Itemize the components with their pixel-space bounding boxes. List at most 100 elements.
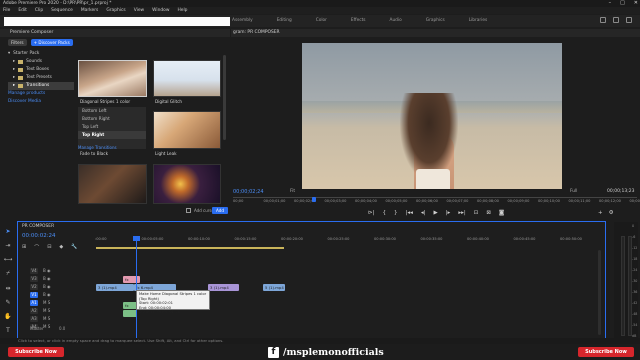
timeline-ruler[interactable]: :00:00 00:00:05:00 00:00:10:00 00:00:15:00 0… (95, 236, 605, 244)
timeline-clip-audio[interactable] (123, 310, 137, 317)
timeline-playhead[interactable] (133, 236, 140, 241)
add-button[interactable]: Add (212, 207, 228, 214)
menu-clip[interactable]: Clip (35, 7, 43, 14)
menu-window[interactable]: Window (152, 7, 169, 14)
menu-help[interactable]: Help (177, 7, 187, 14)
direction-bottom-right[interactable]: Bottom Right (78, 115, 146, 123)
button-editor-button[interactable]: + (598, 210, 603, 216)
subscribe-button-left[interactable]: Subscribe Now (8, 347, 64, 357)
direction-top-left[interactable]: Top Left (78, 123, 146, 131)
timeline-clip[interactable]: 3 (1).mp4 (208, 284, 239, 291)
discover-packs-button[interactable]: + Discover Packs (30, 39, 73, 46)
track-header-a2: A2 M S (30, 308, 51, 314)
linked-selection-icon[interactable]: ⊟ (47, 244, 51, 251)
extract-button[interactable]: ⊠ (486, 210, 491, 216)
direction-top-right[interactable]: Top Right (78, 131, 146, 139)
composer-scrollbar[interactable] (223, 55, 226, 140)
insert-sequence-icon[interactable]: ⊞ (22, 244, 26, 251)
filters-button[interactable]: Filters (8, 39, 27, 46)
thumb-diagonal-stripes[interactable] (78, 60, 147, 97)
program-playhead[interactable] (312, 197, 316, 202)
program-quality-select[interactable]: Full (570, 189, 577, 194)
workspace-tab-assembly[interactable]: Assembly (232, 15, 253, 27)
menu-edit[interactable]: Edit (18, 7, 27, 14)
go-to-out-button[interactable]: ▸▸| (458, 210, 465, 216)
pen-tool-icon[interactable]: ✎ (5, 299, 10, 306)
razor-tool-icon[interactable]: ⌿ (6, 270, 10, 278)
play-button[interactable]: ▶ (433, 210, 437, 216)
tree-text-presets[interactable]: ▸ Text Presets (8, 74, 74, 82)
thumb-digital-glitch[interactable] (153, 60, 221, 97)
workspace-tab-libraries[interactable]: Libraries (469, 15, 488, 27)
menu-graphics[interactable]: Graphics (106, 7, 125, 14)
facebook-handle: f /msplemonofficials (268, 345, 384, 359)
workspace-tab-graphics[interactable]: Graphics (426, 15, 445, 27)
premiere-composer-tab[interactable]: Premiere Composer (0, 29, 230, 37)
workspace-tab-editing[interactable]: Editing (277, 15, 292, 27)
menu-view[interactable]: View (134, 7, 144, 14)
manage-transitions-link[interactable]: Manage Transitions (78, 145, 117, 150)
maximize-button[interactable]: □ (620, 0, 625, 7)
settings-icon[interactable]: ⚙ (609, 210, 614, 216)
thumb-camera[interactable] (78, 164, 147, 204)
thumb-light-leak[interactable] (153, 111, 221, 149)
direction-submenu: Bottom Left Bottom Right Top Left Top Ri… (78, 107, 146, 149)
home-icon[interactable] (600, 17, 606, 23)
mark-out-button[interactable]: } (394, 210, 398, 216)
program-monitor-tab[interactable]: gram: PR COMPOSER (231, 29, 640, 37)
timeline-clip-transition[interactable]: fx (123, 276, 140, 283)
work-area-bar[interactable] (96, 247, 284, 249)
meter-scale-label: -48 (632, 312, 638, 316)
timeline-clip-audio[interactable]: fx (123, 302, 137, 309)
menu-sequence[interactable]: Sequence (51, 7, 73, 14)
subscribe-button-right[interactable]: Subscribe Now (578, 347, 634, 357)
tree-transitions[interactable]: ▸ Transitions (8, 82, 74, 90)
program-timecode[interactable]: 00;00;02;24 (233, 189, 264, 195)
add-marker-icon[interactable]: ◆ (59, 244, 63, 251)
close-button[interactable]: ✕ (634, 0, 638, 7)
facebook-icon: f (268, 346, 279, 358)
menu-file[interactable]: File (3, 7, 10, 14)
direction-bottom-left[interactable]: Bottom Left (78, 107, 146, 115)
timeline-tab[interactable]: PR COMPOSER (22, 224, 54, 229)
wrench-icon[interactable]: 🔧 (71, 244, 77, 251)
step-forward-button[interactable]: |▸ (446, 210, 451, 216)
workspace-tab-audio[interactable]: Audio (390, 15, 402, 27)
workspace-tab-color[interactable]: Color (316, 15, 327, 27)
program-fit-select[interactable]: Fit (290, 189, 295, 194)
ripple-edit-tool-icon[interactable]: ⟷ (4, 256, 13, 263)
timeline-timecode[interactable]: 00:00:02:24 (22, 233, 56, 239)
tree-sounds[interactable]: ▸ Sounds (8, 58, 74, 66)
hand-tool-icon[interactable]: ✋ (4, 313, 11, 320)
timeline-clip[interactable]: 3 (1).mp4 (96, 284, 134, 291)
manage-products-link[interactable]: Manage products (8, 90, 74, 98)
timeline-ruler-tick: 00:00:30:00 (374, 237, 396, 241)
snap-icon[interactable]: ⌒ (34, 244, 39, 251)
go-to-in-button[interactable]: |◂◂ (405, 210, 412, 216)
menu-bar: File Edit Clip Sequence Markers Graphics… (0, 7, 640, 14)
slip-tool-icon[interactable]: ⇹ (5, 285, 10, 292)
tree-text-boxes[interactable]: ▸ Text Boxes (8, 66, 74, 74)
track-header-a3: A3 M S (30, 316, 51, 322)
program-ruler-tick: 00;00;08;00 (477, 199, 499, 203)
discover-media-link[interactable]: Discover Media (8, 98, 74, 106)
search-icon[interactable] (626, 17, 632, 23)
menu-markers[interactable]: Markers (81, 7, 98, 14)
mark-in-button[interactable]: { (382, 210, 386, 216)
track-select-tool-icon[interactable]: ⇥ (5, 242, 10, 249)
export-frame-button[interactable]: ◙ (499, 210, 504, 216)
thumb-lens-flare[interactable] (153, 164, 221, 204)
workspace-tab-effects[interactable]: Effects (351, 15, 366, 27)
step-back-button[interactable]: ◂| (421, 210, 426, 216)
timeline-vertical-scrollbar[interactable] (598, 250, 601, 335)
share-icon[interactable] (613, 17, 619, 23)
lift-button[interactable]: ⊡ (474, 210, 479, 216)
tree-starter-pack[interactable]: ▾ Starter Pack (8, 50, 74, 58)
minimize-button[interactable]: – (609, 0, 612, 7)
program-time-ruler[interactable]: 00;00 00;00;01;00 00;00;02;00 00;00;03;00 00… (233, 197, 640, 205)
timeline-clip[interactable]: 5 (1).mp4 (263, 284, 285, 291)
type-tool-icon[interactable]: T (6, 327, 10, 334)
add-cursor-checkbox[interactable] (186, 208, 191, 213)
selection-tool-icon[interactable]: ➤ (5, 228, 10, 235)
add-marker-button[interactable]: ⊳| (368, 210, 374, 216)
